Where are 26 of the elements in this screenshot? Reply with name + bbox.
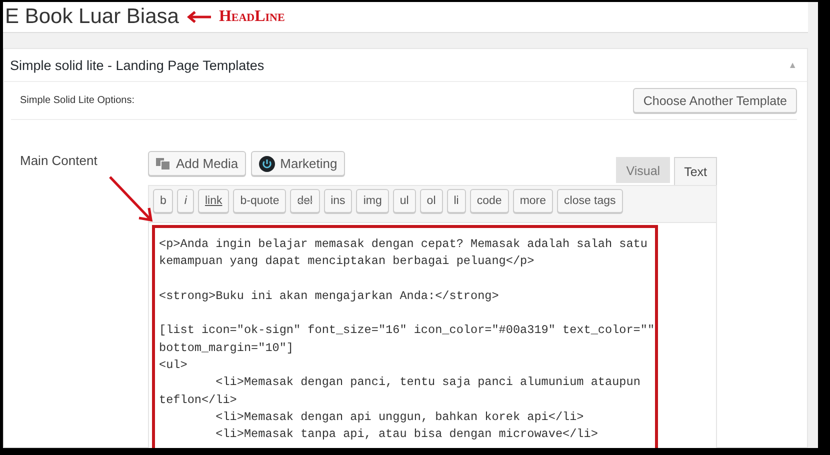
media-icon — [156, 156, 171, 170]
quicktag-button[interactable]: link — [198, 189, 230, 213]
annotation-label: HeadLine — [218, 8, 285, 26]
quicktag-button[interactable]: b — [153, 189, 174, 213]
post-title[interactable]: E Book Luar Biasa — [3, 5, 179, 29]
panel-title: Simple solid lite - Landing Page Templates — [10, 58, 264, 72]
code-text: <p>Anda ingin belajar memasak dengan cepat? Memasak adalah salah satu kemampuan yang dapat menciptakan berbagai peluang</p> <strong>Buku ini akan mengajarkan Anda:</strong> [list icon="ok-sign" font_size="16" icon_color="#00a319" text_color="" bottom_margin="10"] <ul> <li>Memasak dengan panci, tentu saja panci alumunium ataupun teflon</li> <li>Memasak dengan api unggun, bahkan korek api</li> <li>Memasak tanpa api, atau bisa dengan microwave</li> — [152, 225, 658, 448]
choose-template-button[interactable]: Choose Another Template — [633, 88, 797, 113]
add-media-button[interactable]: Add Media — [148, 151, 246, 176]
quicktag-button[interactable]: close tags — [557, 189, 623, 213]
options-label: Simple Solid Lite Options: — [20, 95, 135, 106]
quicktag-button[interactable]: ins — [324, 189, 352, 213]
quicktag-button[interactable]: b-quote — [233, 189, 286, 213]
marketing-button[interactable]: Marketing — [251, 151, 346, 176]
power-icon — [259, 156, 276, 172]
field-label: Main Content — [19, 152, 98, 168]
quicktag-button[interactable]: code — [470, 189, 509, 213]
quicktag-button[interactable]: ul — [392, 189, 416, 213]
quicktag-button[interactable]: i — [177, 189, 194, 213]
quicktag-button[interactable]: li — [446, 189, 466, 213]
editor-tab[interactable]: Text — [674, 157, 717, 185]
quicktag-button[interactable]: more — [512, 189, 554, 213]
arrow-icon — [186, 11, 211, 23]
quicktag-button[interactable]: img — [356, 189, 389, 213]
annotation-arrow — [107, 174, 155, 224]
quicktag-button[interactable]: ol — [420, 189, 443, 213]
